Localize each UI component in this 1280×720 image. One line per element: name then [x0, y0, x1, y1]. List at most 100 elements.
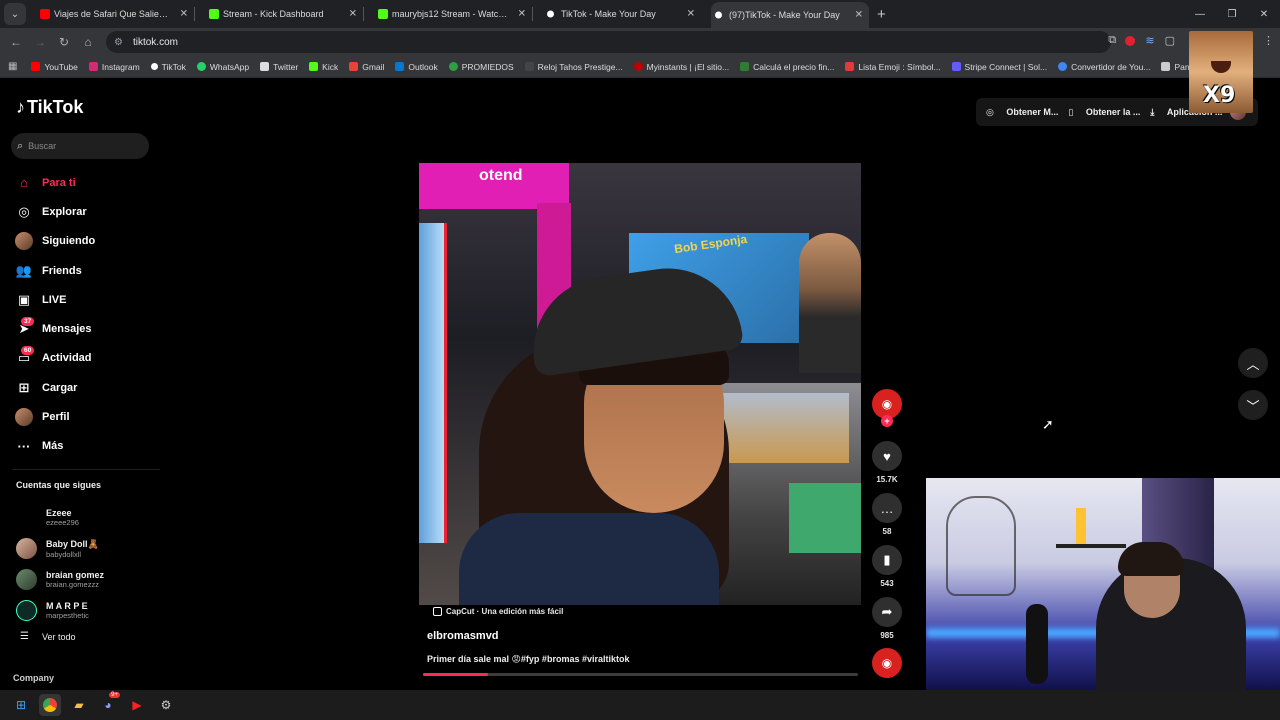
- tab-search-icon[interactable]: ⌄: [4, 3, 26, 25]
- store-sign-text: otend: [479, 167, 523, 184]
- close-tab-icon[interactable]: ✕: [518, 9, 526, 20]
- bookmark-stripe[interactable]: Stripe Connect | Sol...: [951, 62, 1047, 72]
- extension-record-icon[interactable]: [1125, 36, 1136, 46]
- site-info-icon[interactable]: ⚙: [114, 37, 123, 48]
- sidebar-item-actividad[interactable]: ▭ 60 Actividad: [14, 344, 95, 373]
- tiktok-logo[interactable]: ♪ TikTok: [16, 97, 83, 118]
- browser-tab-active[interactable]: (97)TikTok - Make Your Day ✕: [711, 2, 869, 28]
- install-app-icon[interactable]: ⧉: [1108, 34, 1116, 47]
- bookmark-icon[interactable]: ▮: [872, 545, 902, 575]
- bookmark-convertidor[interactable]: Convertidor de You...: [1058, 62, 1150, 72]
- bookmark-twitter[interactable]: Twitter: [260, 62, 298, 72]
- video-progress-bar[interactable]: [423, 673, 858, 676]
- extensions-puzzle-icon[interactable]: ▢: [1165, 34, 1175, 47]
- avatar: [16, 507, 37, 528]
- bookmark-instagram[interactable]: Instagram: [88, 62, 140, 72]
- kick-icon: [309, 62, 319, 71]
- bookmark-label: Lista Emoji : Símbol...: [858, 61, 941, 72]
- minimize-icon[interactable]: —: [1184, 0, 1216, 28]
- back-icon[interactable]: ←: [4, 30, 28, 54]
- bookmark-label: Gmail: [362, 61, 385, 72]
- youtube-icon: [31, 62, 41, 71]
- sidebar-item-mas[interactable]: ··· Más: [14, 432, 95, 461]
- company-link[interactable]: Company: [13, 673, 54, 683]
- chrome-taskbar-icon[interactable]: [39, 694, 61, 716]
- close-tab-icon[interactable]: ✕: [349, 9, 357, 20]
- bookmark-youtube[interactable]: YouTube: [31, 62, 78, 72]
- logo-text: TikTok: [27, 97, 84, 117]
- new-tab-icon[interactable]: +: [877, 6, 886, 23]
- reload-icon[interactable]: ↻: [52, 30, 76, 54]
- bookmark-calcula[interactable]: Calculá el precio fin...: [740, 62, 834, 72]
- previous-video-chevron-up-icon[interactable]: ︿: [1238, 348, 1268, 378]
- app-taskbar-icon[interactable]: ⚙: [155, 694, 177, 716]
- music-disc-icon[interactable]: ◉: [872, 648, 902, 678]
- restore-icon[interactable]: ❐: [1216, 0, 1248, 28]
- capcut-tag[interactable]: CapCut · Una edición más fácil: [433, 607, 563, 616]
- windows-start-icon[interactable]: ⊞: [10, 694, 32, 716]
- promiedos-icon: [448, 62, 458, 71]
- browser-tab[interactable]: Viajes de Safari Que Salieron Te ✕: [36, 2, 194, 26]
- follow-plus-icon[interactable]: +: [881, 415, 893, 427]
- close-window-icon[interactable]: ✕: [1248, 0, 1280, 28]
- more-icon: ···: [17, 438, 31, 454]
- get-coins-button[interactable]: ◎ Obtener M...: [986, 107, 1058, 118]
- panzoid-icon: [1161, 62, 1171, 71]
- following-account[interactable]: braian gomez braian.gomezzz: [16, 564, 104, 595]
- address-bar[interactable]: ⚙ tiktok.com: [106, 31, 1111, 53]
- comment-icon[interactable]: …: [872, 493, 902, 523]
- discord-icon[interactable]: ◕ 9+: [97, 692, 120, 716]
- avatar: [16, 569, 37, 590]
- bookmark-gmail[interactable]: Gmail: [349, 62, 384, 72]
- display-case: [719, 393, 849, 463]
- bookmark-myinstants[interactable]: Myinstants | ¡El sitio...: [633, 62, 729, 72]
- close-tab-icon[interactable]: ✕: [180, 9, 188, 20]
- sidebar-item-para-ti[interactable]: ⌂ Para ti: [14, 168, 95, 197]
- account-name: Baby Doll🧸: [46, 538, 99, 549]
- see-all-button[interactable]: ☰ Ver todo: [20, 631, 76, 642]
- home-button-icon[interactable]: ⌂: [76, 30, 100, 54]
- sidebar-item-label: Cargar: [42, 381, 78, 394]
- bookmark-kick[interactable]: Kick: [309, 62, 338, 72]
- bookmark-promiedos[interactable]: PROMIEDOS: [448, 62, 514, 72]
- sidebar-item-explorar[interactable]: ◎ Explorar: [14, 197, 95, 226]
- video-player[interactable]: otend Bob Esponja: [419, 163, 861, 605]
- browser-tab[interactable]: maurybjs12 Stream - Watch Live ✕: [374, 2, 532, 26]
- search-input[interactable]: ⌕ Buscar: [11, 133, 149, 159]
- bookmark-reloj[interactable]: Reloj Tahos Prestige...: [524, 62, 623, 72]
- next-video-chevron-down-icon[interactable]: ﹀: [1238, 390, 1268, 420]
- extension-wave-icon[interactable]: ≋: [1145, 34, 1154, 47]
- tab-title: Stream - Kick Dashboard: [223, 9, 324, 19]
- meme-overlay-image: X9: [1189, 31, 1253, 113]
- bookmark-tiktok[interactable]: TikTok: [150, 62, 186, 72]
- close-tab-icon[interactable]: ✕: [855, 10, 863, 21]
- browser-tab[interactable]: TikTok - Make Your Day ✕: [543, 2, 701, 26]
- get-app-button[interactable]: ▯ Obtener la ...: [1068, 107, 1140, 118]
- sidebar-item-perfil[interactable]: Perfil: [14, 402, 95, 431]
- close-tab-icon[interactable]: ✕: [687, 9, 695, 20]
- youtube-taskbar-icon[interactable]: ▶: [126, 694, 148, 716]
- following-account[interactable]: M A R P Emarpesthetic: [16, 595, 104, 626]
- sidebar-item-mensajes[interactable]: ➤ 37 Mensajes: [14, 314, 95, 343]
- heart-icon[interactable]: ♥: [872, 441, 902, 471]
- browser-tab[interactable]: Stream - Kick Dashboard ✕: [205, 2, 363, 26]
- sidebar-item-friends[interactable]: 👥 Friends: [14, 256, 95, 285]
- apps-grid-icon[interactable]: ▦: [8, 61, 17, 72]
- following-account[interactable]: Baby Doll🧸 babydollxll: [16, 533, 104, 564]
- file-explorer-icon[interactable]: ▰: [68, 694, 90, 716]
- bookmark-label: Twitter: [273, 61, 299, 72]
- sidebar-item-siguiendo[interactable]: Siguiendo: [14, 227, 95, 256]
- bookmark-outlook[interactable]: Outlook: [395, 62, 438, 72]
- forward-icon[interactable]: →: [28, 30, 52, 54]
- avatar: [16, 600, 37, 621]
- bookmark-whatsapp[interactable]: WhatsApp: [196, 62, 249, 72]
- video-author[interactable]: elbromasmvd: [427, 630, 499, 642]
- share-icon[interactable]: ➦: [872, 597, 902, 627]
- woman-shirt: [459, 513, 719, 605]
- following-account[interactable]: Ezeee ezeee296: [16, 502, 104, 533]
- sidebar-item-live[interactable]: ▣ LIVE: [14, 285, 95, 314]
- bookmark-label: Convertidor de You...: [1071, 61, 1151, 72]
- sidebar-item-cargar[interactable]: ⊞ Cargar: [14, 373, 95, 402]
- chrome-menu-icon[interactable]: ⋮: [1263, 34, 1274, 47]
- bookmark-emoji[interactable]: Lista Emoji : Símbol...: [845, 61, 941, 72]
